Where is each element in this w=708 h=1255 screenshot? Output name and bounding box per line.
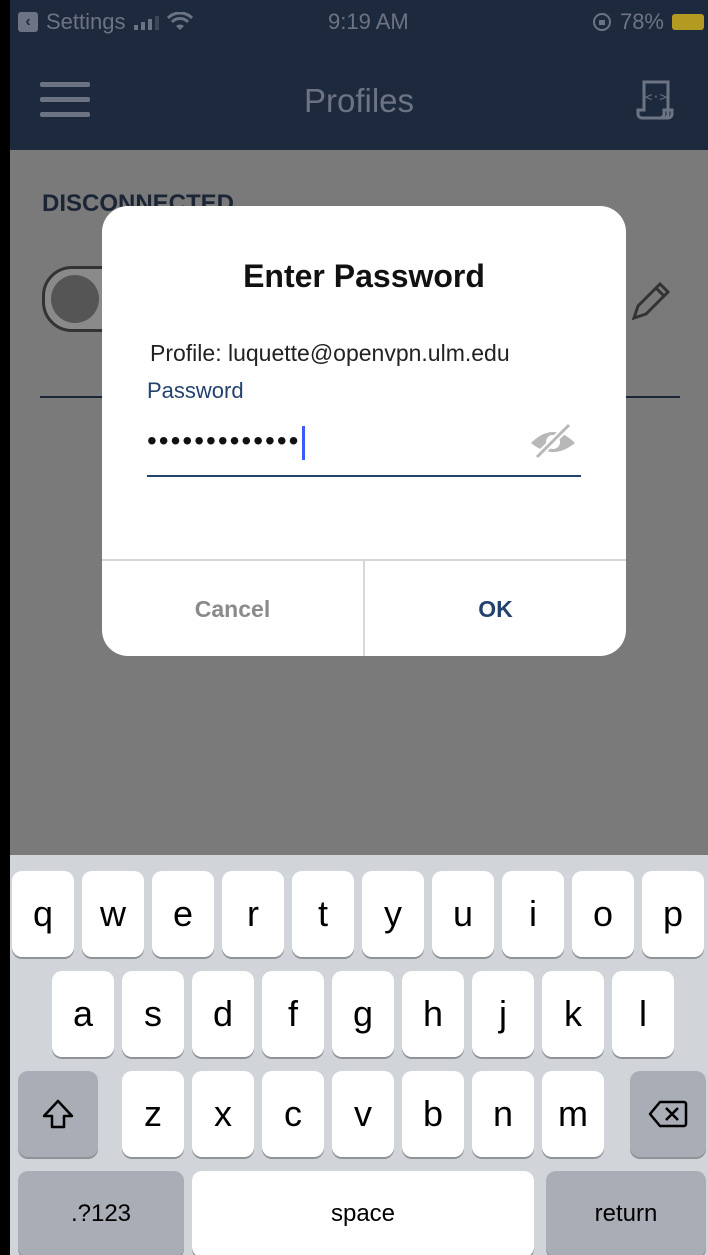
- orientation-lock-icon: [592, 13, 611, 31]
- battery-percent: 78%: [619, 9, 664, 34]
- status-time: 9:19 AM: [328, 9, 409, 34]
- edit-pencil-icon[interactable]: [626, 278, 674, 326]
- ok-button[interactable]: OK: [365, 561, 626, 656]
- page-title: Profiles: [303, 82, 415, 119]
- nav-bar: Profiles <·>: [10, 40, 708, 150]
- password-input[interactable]: •••••••••••••: [147, 411, 581, 477]
- key-v[interactable]: v: [332, 1071, 394, 1157]
- key-u[interactable]: u: [432, 871, 494, 957]
- key-k[interactable]: k: [542, 971, 604, 1057]
- log-scroll-icon[interactable]: <·>: [636, 78, 676, 122]
- key-p[interactable]: p: [642, 871, 704, 957]
- keyboard: q w e r t y u i o p a s d f g h j k l z …: [10, 855, 708, 1255]
- svg-text:<·>: <·>: [645, 90, 667, 104]
- return-key[interactable]: return: [546, 1171, 706, 1255]
- shift-icon: [42, 1099, 74, 1129]
- key-c[interactable]: c: [262, 1071, 324, 1157]
- key-z[interactable]: z: [122, 1071, 184, 1157]
- key-x[interactable]: x: [192, 1071, 254, 1157]
- back-to-settings[interactable]: Settings: [46, 9, 126, 35]
- key-n[interactable]: n: [472, 1071, 534, 1157]
- key-t[interactable]: t: [292, 871, 354, 957]
- password-dialog: Enter Password Profile: luquette@openvpn…: [102, 206, 626, 656]
- password-value: •••••••••••••: [147, 425, 301, 456]
- battery-icon: [672, 14, 704, 30]
- key-f[interactable]: f: [262, 971, 324, 1057]
- key-q[interactable]: q: [12, 871, 74, 957]
- key-d[interactable]: d: [192, 971, 254, 1057]
- key-l[interactable]: l: [612, 971, 674, 1057]
- dialog-title: Enter Password: [243, 258, 485, 294]
- delete-key[interactable]: [630, 1071, 706, 1157]
- key-a[interactable]: a: [52, 971, 114, 1057]
- profile-label: Profile: luquette@openvpn.ulm.edu: [150, 340, 510, 366]
- key-r[interactable]: r: [222, 871, 284, 957]
- key-m[interactable]: m: [542, 1071, 604, 1157]
- key-b[interactable]: b: [402, 1071, 464, 1157]
- text-caret: [302, 425, 306, 460]
- back-arrow-icon[interactable]: ‹: [18, 12, 38, 32]
- cancel-button[interactable]: Cancel: [102, 561, 365, 656]
- eye-slash-icon[interactable]: [527, 421, 579, 459]
- key-i[interactable]: i: [502, 871, 564, 957]
- backspace-icon: [648, 1100, 688, 1128]
- status-bar: ‹ Settings 9:19 AM 78%: [10, 0, 708, 40]
- key-s[interactable]: s: [122, 971, 184, 1057]
- password-label: Password: [147, 378, 244, 403]
- key-j[interactable]: j: [472, 971, 534, 1057]
- wifi-icon: [166, 12, 193, 30]
- shift-key[interactable]: [18, 1071, 98, 1157]
- key-g[interactable]: g: [332, 971, 394, 1057]
- numbers-key[interactable]: .?123: [18, 1171, 184, 1255]
- key-w[interactable]: w: [82, 871, 144, 957]
- signal-icon: [133, 14, 159, 30]
- key-h[interactable]: h: [402, 971, 464, 1057]
- key-e[interactable]: e: [152, 871, 214, 957]
- key-y[interactable]: y: [362, 871, 424, 957]
- space-key[interactable]: space: [192, 1171, 534, 1255]
- key-o[interactable]: o: [572, 871, 634, 957]
- screen: ‹ Settings 9:19 AM 78% Profiles <·> DISC…: [10, 0, 708, 1255]
